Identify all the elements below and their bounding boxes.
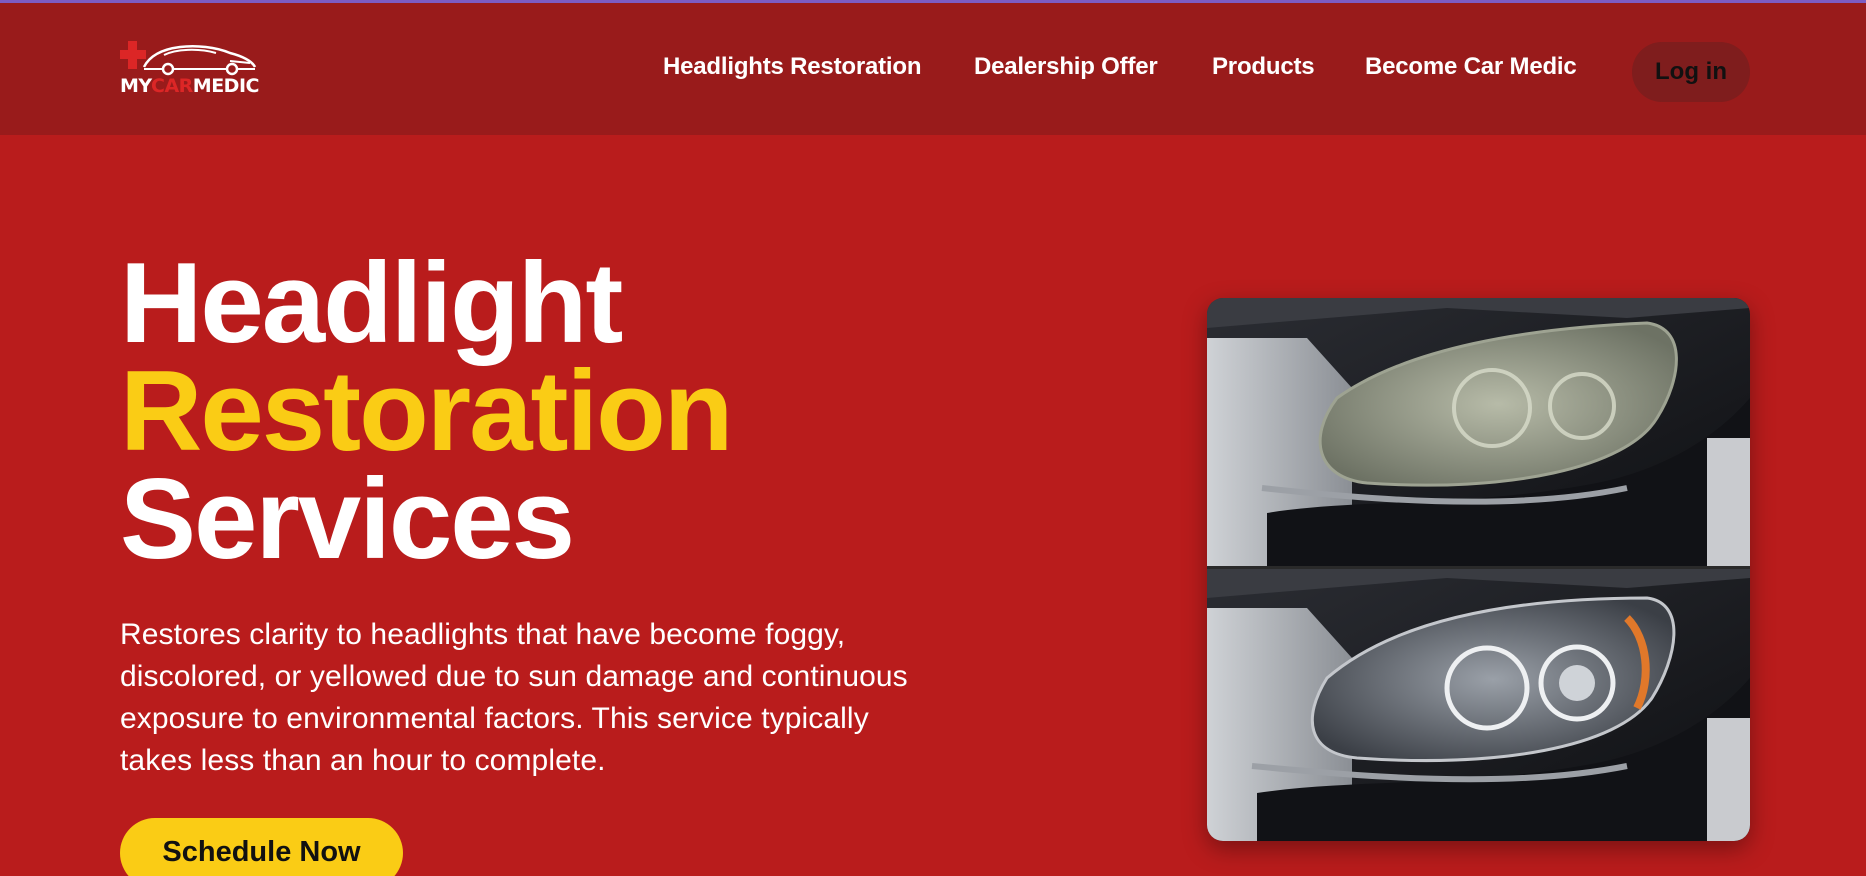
headlight-photo-icon [1207, 298, 1750, 841]
hero-description: Restores clarity to headlights that have… [120, 618, 908, 777]
car-cross-logo-icon [120, 41, 257, 76]
nav-link-products[interactable]: Products [1212, 53, 1315, 81]
navbar: MYCARMEDIC Headlights Restoration Dealer… [0, 3, 1866, 135]
schedule-now-button[interactable]: Schedule Now [120, 818, 403, 876]
hero-title: Headlight Restoration Services [120, 247, 733, 577]
nav-link-dealership-offer[interactable]: Dealership Offer [974, 53, 1158, 81]
hero-title-line3: Services [120, 456, 575, 583]
login-button[interactable]: Log in [1632, 42, 1750, 102]
logo[interactable]: MYCARMEDIC [120, 39, 260, 103]
logo-text: MYCARMEDIC [120, 75, 259, 97]
nav-link-become-car-medic[interactable]: Become Car Medic [1365, 53, 1577, 81]
nav-link-headlights-restoration[interactable]: Headlights Restoration [663, 53, 922, 81]
headlight-before-after-image [1207, 298, 1750, 841]
